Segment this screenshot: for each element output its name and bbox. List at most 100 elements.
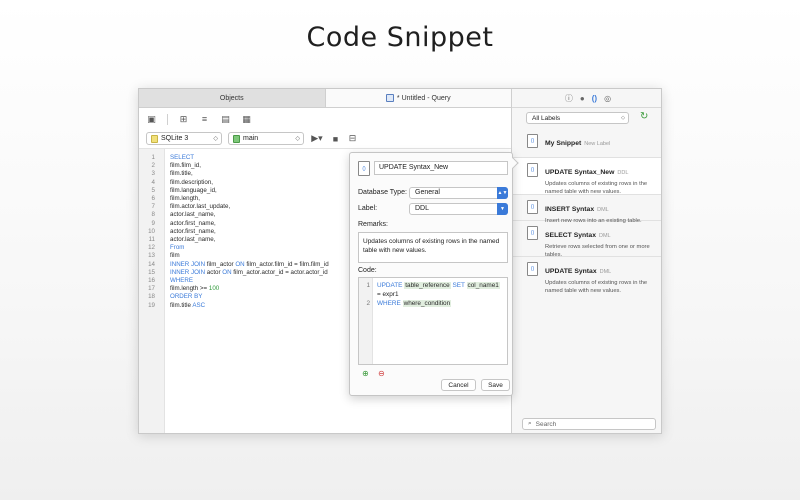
list-item[interactable]: () SELECT Syntax DML Retrieve rows select… [512, 221, 661, 258]
save-icon[interactable]: ▣ [146, 114, 157, 125]
database-select[interactable]: main ◇ [228, 132, 304, 145]
sql-text: film.title, [170, 170, 193, 178]
snippet-icon: () [527, 134, 538, 148]
search-input[interactable]: ⌕ Search [522, 418, 656, 430]
snippet-description: Updates columns of existing rows in the … [545, 181, 648, 195]
sql-text: film_actor [205, 260, 236, 268]
remarks-textarea[interactable]: Updates columns of existing rows in the … [358, 232, 508, 263]
sidebar-tabs: ⓘ ● () ◎ [512, 89, 661, 108]
add-placeholder-icon[interactable]: ⊕ [362, 369, 369, 378]
sql-text: actor.last_name, [170, 211, 216, 219]
refresh-icon[interactable]: ↻ [640, 111, 648, 122]
sql-text: film_actor.film_id = film.film_id [244, 260, 329, 268]
code-line: INNER JOIN actor ON film_actor.actor_id … [170, 268, 328, 277]
connection-select[interactable]: SQLite 3 ◇ [146, 132, 222, 145]
snippet-icon: () [527, 262, 538, 276]
label-field-label: Label: [358, 205, 378, 212]
sql-keyword: ON [222, 268, 232, 276]
snippet-name: INSERT Syntax [545, 206, 595, 213]
snippet-tag: DML [599, 233, 611, 239]
code-snippet-icon[interactable]: ▤ [220, 114, 231, 125]
snippet-icon: () [527, 163, 538, 177]
query-icon [385, 94, 394, 102]
sql-keyword: ASC [192, 301, 206, 309]
sql-text: film [170, 252, 180, 260]
sql-number: 100 [208, 285, 220, 293]
remarks-label: Remarks: [358, 221, 388, 228]
code-line: WHERE where_condition [377, 299, 452, 308]
code-snippet-icon[interactable]: () [592, 94, 597, 103]
code-placeholder[interactable]: where_condition [402, 300, 452, 307]
search-placeholder: Search [535, 420, 557, 428]
code-label: Code: [358, 267, 377, 274]
run-icon[interactable]: ▶▾ [310, 133, 324, 144]
list-item[interactable]: () UPDATE Syntax DML Updates columns of e… [512, 257, 661, 294]
list-item[interactable]: () INSERT Syntax DML Insert new rows into… [512, 195, 661, 224]
snippet-tag: DML [599, 269, 612, 275]
page-title: Code Snippet [306, 22, 494, 53]
settings-icon[interactable]: ◎ [604, 94, 611, 103]
sql-text: film.language_id, [170, 186, 217, 194]
beautify-sql-icon[interactable]: ≡ [199, 114, 210, 124]
sql-keyword: ON [235, 260, 245, 268]
list-item[interactable]: () My Snippet New Label [512, 129, 661, 158]
database-type-value: General [415, 189, 440, 196]
info-icon[interactable]: ⓘ [565, 93, 573, 104]
label-value: DDL [415, 205, 430, 212]
chevron-down-icon: ◇ [213, 136, 218, 142]
label-filter-select[interactable]: All Labels ◇ [526, 112, 629, 124]
snippet-tag: DML [597, 207, 609, 213]
sql-text: film.title [170, 301, 193, 309]
line-number: 19 [148, 301, 155, 309]
query-builder-icon[interactable]: ⊞ [178, 114, 189, 125]
remove-placeholder-icon[interactable]: ⊖ [378, 369, 385, 378]
code-textarea[interactable]: 1 UPDATE table_reference SET col_name1 =… [358, 277, 508, 365]
tab-untitled-query[interactable]: * Untitled - Query [325, 89, 511, 107]
explain-icon[interactable]: ▦ [241, 114, 252, 125]
snippet-editor-popover: () UPDATE Syntax_New Database Type: Gene… [349, 152, 519, 396]
sql-text: film_actor.actor_id = actor.actor_id [231, 268, 328, 276]
sql-text: film.film_id, [170, 162, 201, 170]
snippet-name-input[interactable]: UPDATE Syntax_New [374, 161, 508, 175]
tab-objects[interactable]: Objects [139, 89, 326, 107]
cancel-button[interactable]: Cancel [441, 379, 476, 391]
label-select[interactable]: DDL ▼ [409, 203, 508, 215]
tab-label: * Untitled - Query [396, 94, 451, 102]
connection-bar: SQLite 3 ◇ main ◇ ▶▾ ■ ⊟ [139, 129, 511, 149]
sqlite-icon [151, 134, 158, 143]
database-type-select[interactable]: General ▲▼ [409, 187, 508, 199]
code-gutter [359, 278, 373, 364]
code-keyword: UPDATE [377, 282, 403, 289]
sql-text: actor.first_name, [170, 219, 216, 227]
object-icon[interactable]: ● [580, 94, 585, 103]
sql-keyword: SELECT [170, 154, 195, 161]
chevron-down-icon: ◇ [295, 136, 300, 142]
line-number: 1 [366, 282, 370, 289]
snippet-tag: New Label [584, 141, 611, 147]
database-icon [233, 134, 240, 143]
snippet-name: UPDATE Syntax [545, 268, 597, 275]
sql-keyword: INNER JOIN [170, 268, 206, 276]
save-button[interactable]: Save [481, 379, 510, 391]
sql-text: actor [205, 268, 223, 276]
explain-plan-icon[interactable]: ⊟ [347, 133, 358, 144]
stop-icon[interactable]: ■ [330, 134, 341, 144]
database-type-label: Database Type: [358, 189, 407, 196]
snippet-list: () My Snippet New Label () UPDATE Syntax_… [512, 129, 661, 294]
list-item[interactable]: () UPDATE Syntax_New DDL Updates columns … [512, 158, 661, 195]
snippet-name: SELECT Syntax [545, 232, 596, 239]
snippet-name: UPDATE Syntax_New [545, 169, 615, 176]
sql-text: film.actor.last_update, [170, 203, 231, 211]
code-placeholder[interactable]: table_reference [404, 282, 451, 289]
sql-keyword: ORDER BY [170, 293, 203, 301]
database-value: main [243, 135, 259, 142]
toolbar-divider [167, 113, 168, 125]
code-placeholder[interactable]: col_name1 [466, 282, 500, 289]
code-keyword: SET [452, 282, 465, 289]
chevron-down-icon: ◇ [621, 115, 625, 121]
snippet-description: Updates columns of existing rows in the … [545, 280, 648, 294]
code-keyword: WHERE [377, 300, 401, 307]
chevron-updown-icon: ▲▼ [497, 187, 508, 199]
sql-text: film.length, [170, 195, 200, 202]
label-filter-value: All Labels [532, 114, 561, 122]
